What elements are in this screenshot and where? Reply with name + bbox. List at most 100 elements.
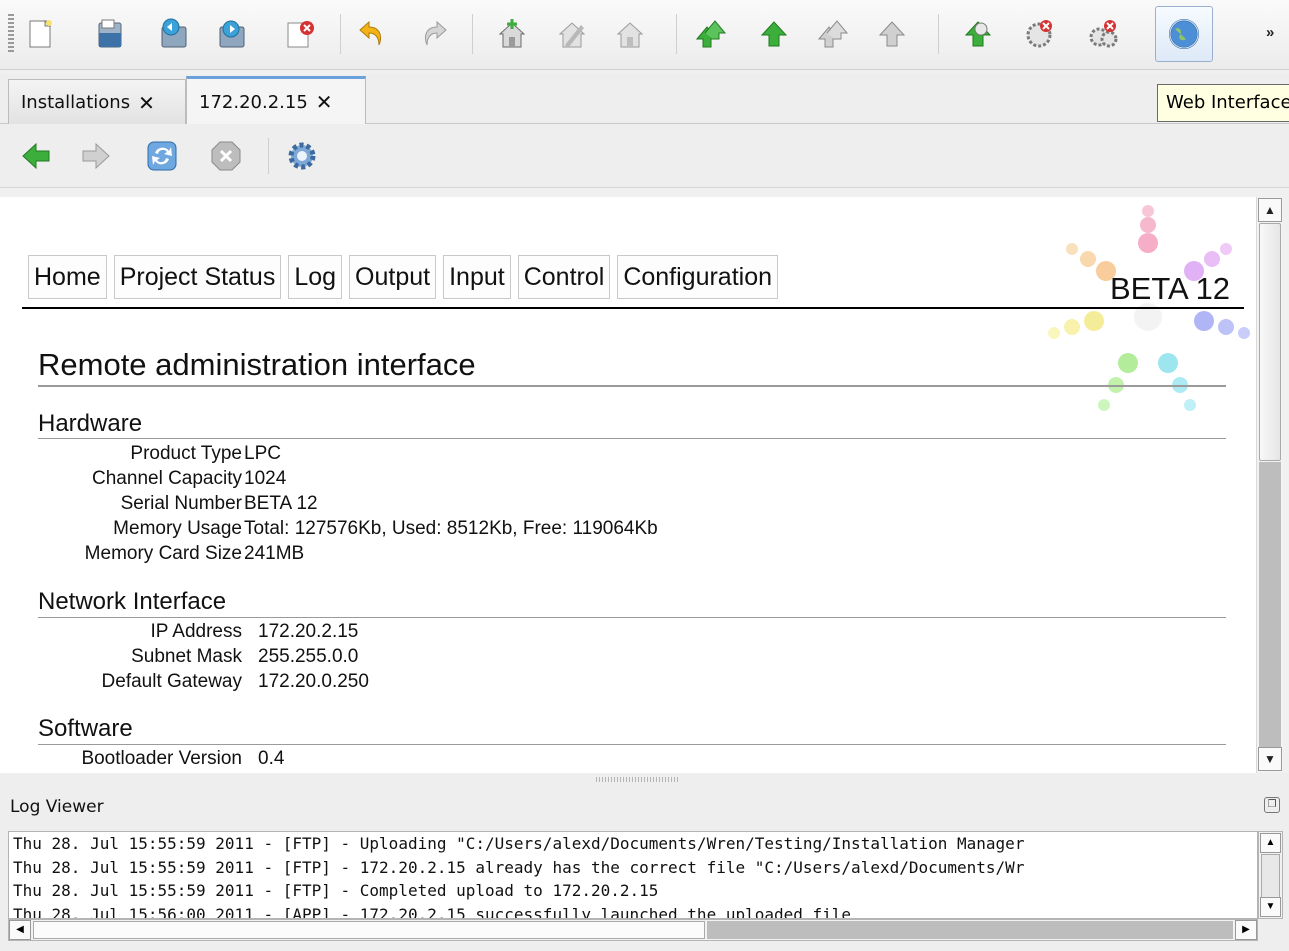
main-toolbar: » [0, 0, 1289, 70]
upload-button[interactable] [752, 12, 796, 56]
info-value: 255.255.0.0 [258, 646, 359, 667]
log-line: Thu 28. Jul 15:56:00 2011 - [APP] - 172.… [13, 904, 852, 919]
undo-button[interactable] [350, 12, 394, 56]
info-row: Product Type LPC [0, 441, 1200, 466]
toolbar-grip[interactable] [8, 14, 14, 54]
scroll-left-button[interactable]: ◀ [9, 920, 31, 940]
nav-link-configuration[interactable]: Configuration [617, 255, 779, 299]
toolbar-separator [472, 14, 473, 54]
web-content: Home Project Status Log Output Input Con… [0, 197, 1256, 773]
close-icon[interactable]: ✕ [316, 90, 333, 114]
scroll-right-button[interactable]: ▶ [1235, 920, 1257, 940]
settings-button[interactable] [282, 136, 322, 176]
import-icon [161, 18, 187, 48]
add-gear-button[interactable] [956, 12, 1000, 56]
open-folder-icon [98, 19, 122, 48]
scroll-thumb[interactable] [1259, 223, 1281, 461]
splitter-grip[interactable] [596, 777, 680, 782]
scroll-up-button[interactable]: ▲ [1258, 198, 1282, 222]
add-house-icon [498, 19, 526, 48]
close-icon[interactable]: ✕ [138, 91, 155, 115]
forward-button[interactable] [76, 136, 116, 176]
web-vertical-scrollbar[interactable]: ▲ ▼ [1256, 197, 1283, 773]
web-nav-menu: Home Project Status Log Output Input Con… [28, 255, 779, 299]
header-divider [22, 307, 1244, 309]
tab-172-20-2-15[interactable]: 172.20.2.15 ✕ [186, 76, 366, 125]
log-vertical-scrollbar[interactable]: ▲ ▼ [1258, 831, 1283, 919]
info-row: Memory Usage Total: 127576Kb, Used: 8512… [0, 516, 1200, 541]
upload-disabled-button[interactable] [870, 12, 914, 56]
import-button[interactable] [152, 12, 196, 56]
new-document-button[interactable] [18, 12, 62, 56]
scroll-thumb[interactable] [33, 921, 705, 939]
upload-all-disabled-button[interactable] [810, 12, 854, 56]
nav-link-home[interactable]: Home [28, 255, 107, 299]
remove-gear-button[interactable] [1018, 12, 1062, 56]
refresh-icon [147, 141, 177, 171]
log-line: Thu 28. Jul 15:55:59 2011 - [FTP] - Comp… [13, 881, 659, 900]
open-button[interactable] [88, 12, 132, 56]
nav-link-input[interactable]: Input [443, 255, 511, 299]
tooltip: Web Interface [1157, 84, 1289, 122]
add-gear-icon [964, 21, 992, 47]
redo-icon [424, 20, 447, 46]
globe-icon [1169, 19, 1199, 49]
info-value: 0.4 [258, 748, 285, 769]
info-row: IP Address 172.20.2.15 [0, 619, 1200, 644]
web-interface-button[interactable] [1155, 6, 1213, 62]
close-document-button[interactable] [278, 12, 322, 56]
nav-link-log[interactable]: Log [288, 255, 343, 299]
info-label: Memory Usage [113, 518, 242, 539]
scroll-down-button[interactable]: ▼ [1260, 897, 1281, 917]
section-heading-network: Network Interface [38, 588, 227, 615]
info-label: Bootloader Version [81, 748, 242, 769]
edit-house-button[interactable] [550, 12, 594, 56]
edit-house-icon [558, 22, 586, 48]
log-horizontal-scrollbar[interactable]: ◀ ▶ [8, 919, 1258, 941]
scroll-up-button[interactable]: ▲ [1260, 833, 1281, 853]
info-label: Subnet Mask [131, 646, 242, 667]
upload-all-button[interactable] [688, 12, 732, 56]
page-title: Remote administration interface [38, 347, 476, 382]
nav-link-project-status[interactable]: Project Status [113, 255, 282, 299]
scroll-track[interactable] [1259, 462, 1281, 747]
add-house-button[interactable] [490, 12, 534, 56]
tab-installations[interactable]: Installations ✕ [8, 79, 186, 125]
tab-label: Installations [21, 92, 131, 113]
house-button[interactable] [608, 12, 652, 56]
redo-button[interactable] [412, 12, 456, 56]
remove-gear-icon [1026, 20, 1052, 48]
stop-button[interactable] [206, 136, 246, 176]
scroll-thumb[interactable] [1261, 854, 1280, 898]
toolbar-overflow-button[interactable]: » [1266, 24, 1274, 41]
info-value: 241MB [244, 543, 305, 564]
section-heading-software: Software [38, 715, 133, 742]
nav-link-output[interactable]: Output [349, 255, 437, 299]
panel-splitter[interactable] [0, 773, 1289, 787]
toolbar-separator [676, 14, 677, 54]
scroll-track[interactable] [707, 921, 1233, 939]
info-label: Product Type [130, 443, 242, 464]
scroll-down-button[interactable]: ▼ [1258, 747, 1282, 771]
nav-link-control[interactable]: Control [517, 255, 611, 299]
settings-gear-icon [288, 142, 316, 170]
log-text-area[interactable]: Thu 28. Jul 15:55:59 2011 - [FTP] - Uplo… [8, 831, 1258, 919]
info-row: Serial Number BETA 12 [0, 491, 1200, 516]
section-divider [38, 438, 1226, 439]
refresh-button[interactable] [142, 136, 182, 176]
restore-icon[interactable]: ❐ [1264, 797, 1280, 813]
log-line: Thu 28. Jul 15:55:59 2011 - [FTP] - Uplo… [13, 834, 1025, 853]
section-divider [38, 617, 1226, 618]
info-value: 1024 [244, 468, 287, 489]
remove-gears-button[interactable] [1082, 12, 1126, 56]
info-value: LPC [244, 443, 281, 464]
upload-icon [760, 21, 788, 47]
house-icon [616, 22, 644, 48]
beta-label: BETA 12 [1110, 271, 1231, 306]
upload-all-disabled-icon [817, 20, 849, 48]
info-row: Subnet Mask 255.255.0.0 [0, 644, 1200, 669]
browser-toolbar [0, 124, 1289, 188]
back-button[interactable] [16, 136, 56, 176]
export-button[interactable] [210, 12, 254, 56]
info-value: BETA 12 [244, 493, 318, 514]
